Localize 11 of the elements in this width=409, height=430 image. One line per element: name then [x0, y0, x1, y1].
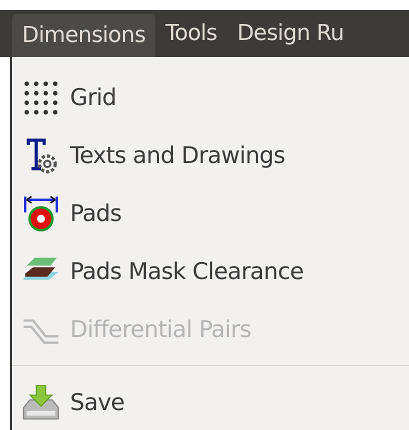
- menu-title[interactable]: Design Ru: [227, 10, 354, 57]
- pad-icon: [22, 195, 60, 233]
- menu-item[interactable]: Texts and Drawings: [70, 143, 286, 169]
- menu-title[interactable]: Dimensions: [12, 14, 156, 57]
- save-tray-icon: [22, 384, 60, 422]
- menu-title[interactable]: Tools: [155, 10, 228, 57]
- menu-item[interactable]: Pads Mask Clearance: [70, 259, 304, 285]
- menu-item[interactable]: Grid: [70, 85, 116, 111]
- menu-item[interactable]: Save: [70, 390, 124, 416]
- dot-grid-icon: [22, 79, 60, 117]
- menu-item[interactable]: Pads: [70, 201, 122, 227]
